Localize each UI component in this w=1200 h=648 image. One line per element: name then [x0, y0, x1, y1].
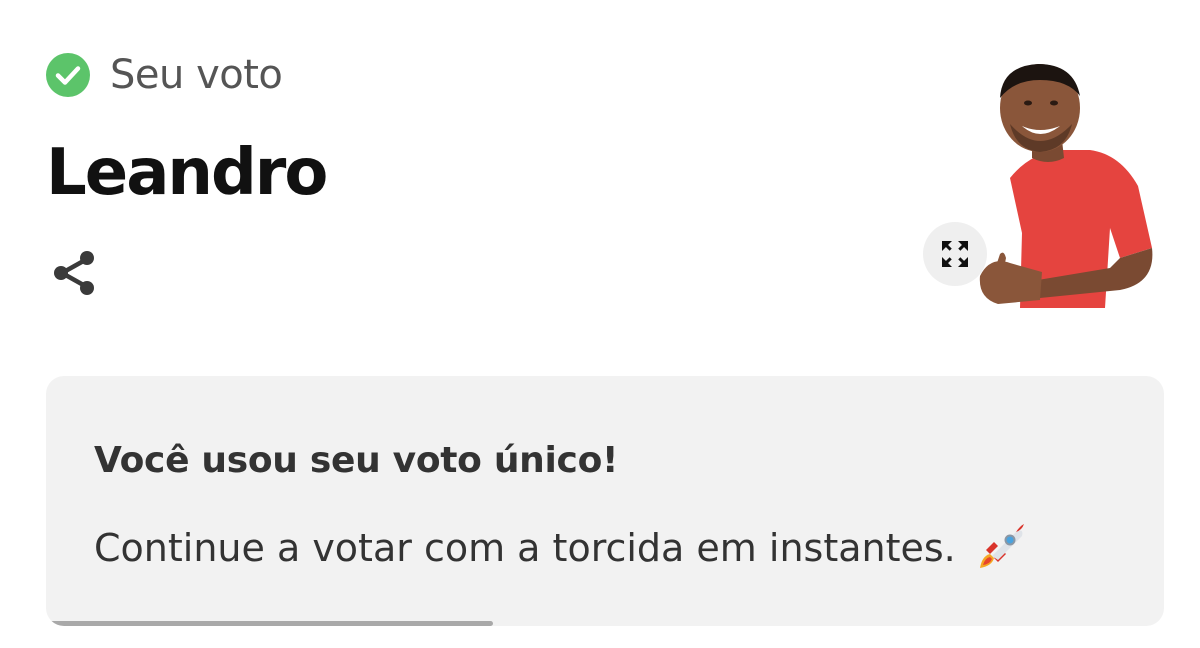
vote-header: Seu voto — [46, 52, 283, 98]
expand-photo-button[interactable] — [923, 222, 987, 286]
notice-progress-fill — [46, 621, 494, 626]
notice-text: Continue a votar com a torcida em instan… — [94, 526, 956, 570]
candidate-photo — [970, 58, 1155, 308]
rocket-icon — [972, 520, 1028, 576]
vote-used-notice: Você usou seu voto único! Continue a vot… — [46, 376, 1164, 626]
check-circle-icon — [46, 53, 90, 97]
vote-label: Seu voto — [110, 52, 283, 98]
notice-text-row: Continue a votar com a torcida em instan… — [94, 520, 1028, 576]
vote-confirmation-page: Seu voto Leandro Você usou seu voto únic… — [0, 0, 1200, 648]
notice-progress-track — [46, 621, 1164, 626]
share-icon — [54, 251, 94, 295]
notice-title: Você usou seu voto único! — [94, 440, 619, 481]
share-button[interactable] — [50, 248, 100, 298]
candidate-avatar — [979, 64, 1153, 308]
expand-icon — [942, 241, 968, 267]
candidate-name: Leandro — [46, 136, 328, 210]
